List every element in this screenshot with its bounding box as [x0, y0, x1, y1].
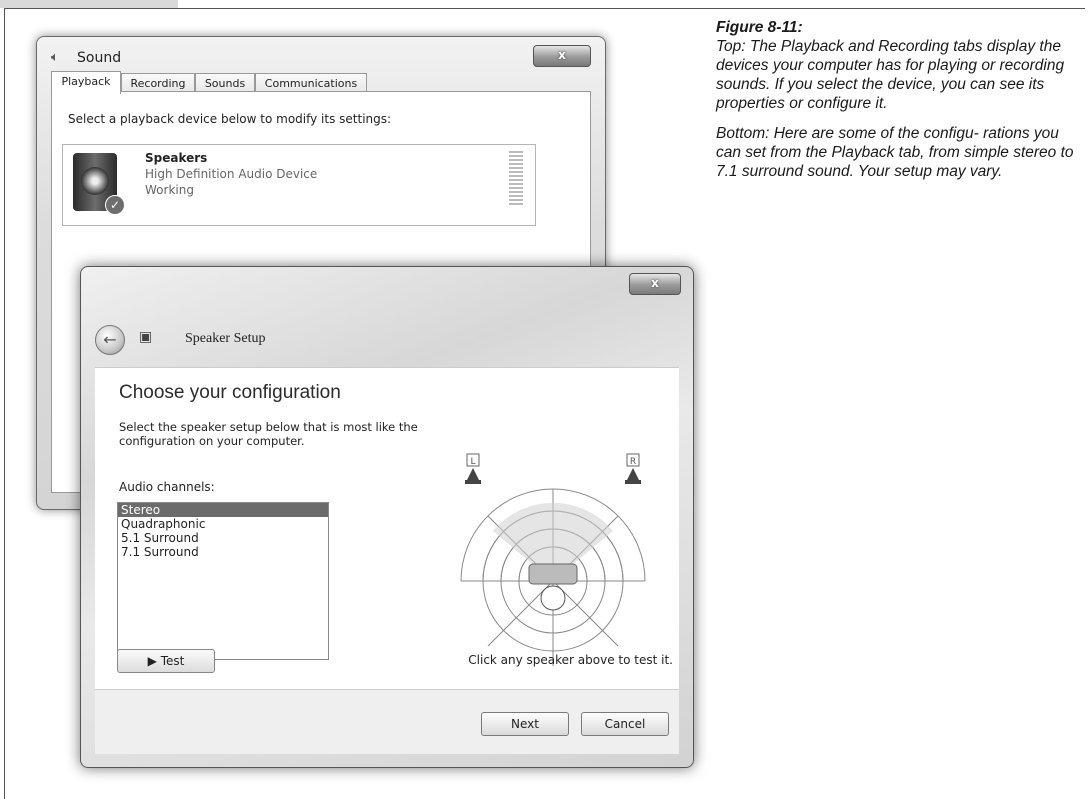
check-icon: ✓: [105, 195, 125, 215]
sound-titlebar: 🔈︎ Sound x: [37, 37, 605, 71]
setup-footer: ▶ Test Click any speaker above to test i…: [95, 649, 679, 754]
sound-close-button[interactable]: x: [533, 45, 591, 67]
next-button[interactable]: Next: [481, 712, 569, 736]
cancel-button[interactable]: Cancel: [581, 712, 669, 736]
left-speaker-icon: L: [465, 453, 481, 484]
audio-channels-list[interactable]: Stereo Quadraphonic 5.1 Surround 7.1 Sur…: [117, 502, 329, 660]
list-item-7-1-surround[interactable]: 7.1 Surround: [118, 545, 328, 559]
test-button[interactable]: ▶ Test: [117, 649, 215, 673]
test-hint: Click any speaker above to test it.: [468, 653, 673, 667]
list-item-quadraphonic[interactable]: Quadraphonic: [118, 517, 328, 531]
setup-instruction: Select the speaker setup below that is m…: [119, 420, 418, 448]
speaker-setup-window: x ← ▣ Speaker Setup Choose your configur…: [80, 266, 694, 768]
speaker-placement-diagram: L R: [460, 453, 646, 666]
speaker-setup-icon: ▣: [139, 329, 153, 345]
left-speaker-label: L: [470, 457, 475, 467]
back-arrow-icon[interactable]: ←: [95, 325, 125, 355]
device-list-item-speakers[interactable]: ✓ Speakers High Definition Audio Device …: [62, 144, 536, 226]
figure-number: Figure 8-11:: [716, 19, 803, 36]
caption-top-text: Top: The Playback and Recording tabs dis…: [716, 38, 1065, 112]
button-bar: Next Cancel: [95, 689, 679, 754]
audio-channels-label: Audio channels:: [119, 480, 215, 494]
tab-sounds[interactable]: Sounds: [195, 73, 255, 93]
tab-playback[interactable]: Playback: [51, 71, 121, 94]
list-item-stereo[interactable]: Stereo: [118, 503, 328, 517]
sound-window-title: Sound: [77, 50, 122, 66]
setup-close-button[interactable]: x: [629, 273, 681, 295]
page-title: Choose your configuration: [119, 382, 341, 403]
speaker-icon: 🔈︎: [51, 50, 59, 65]
device-name: Speakers: [145, 151, 208, 165]
device-status: Working: [145, 183, 194, 197]
right-speaker-icon: R: [625, 453, 641, 484]
device-description: High Definition Audio Device: [145, 167, 318, 181]
list-item-5-1-surround[interactable]: 5.1 Surround: [118, 531, 328, 545]
tab-communications[interactable]: Communications: [255, 73, 367, 93]
caption-bottom-text: Bottom: Here are some of the configu- ra…: [716, 125, 1074, 180]
setup-content: Choose your configuration Select the spe…: [95, 367, 679, 690]
volume-level-meter: [509, 151, 523, 207]
tab-recording[interactable]: Recording: [121, 73, 195, 93]
figure-caption: Figure 8-11: Top: The Playback and Recor…: [716, 18, 1074, 192]
playback-instruction: Select a playback device below to modify…: [68, 112, 392, 126]
figure-tab: [0, 0, 178, 8]
right-speaker-label: R: [630, 457, 636, 467]
setup-window-title: Speaker Setup: [185, 331, 266, 346]
